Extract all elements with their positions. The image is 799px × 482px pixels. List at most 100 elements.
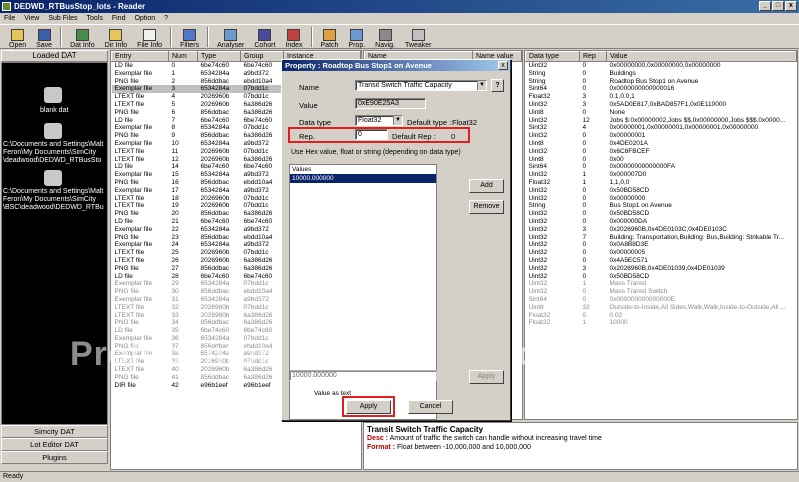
table-row[interactable]: Sint32 4 0x00000001,0x00000001,0x00000001,… bbox=[526, 124, 797, 132]
apply-value-button[interactable]: Apply bbox=[469, 370, 504, 384]
table-row[interactable]: String 0 Bus Stop1 on Avenue bbox=[526, 202, 797, 210]
num-cell: 15 bbox=[171, 171, 179, 179]
dat-item-label[interactable]: C:\Documents and Settings\Malt Feron\My … bbox=[3, 141, 103, 165]
entry-cell: LTEXT file bbox=[114, 366, 145, 374]
table-row[interactable]: Uint32 0 0x00000001 bbox=[526, 132, 797, 140]
tweaker-button[interactable]: Tweaker bbox=[400, 25, 436, 49]
analyser-button[interactable]: Analyser bbox=[212, 25, 249, 49]
rep-input[interactable]: 0 bbox=[355, 129, 388, 140]
table-row[interactable]: Uint32 0 0x00000005 bbox=[526, 249, 797, 257]
menu-option[interactable]: Option bbox=[134, 13, 155, 24]
table-row[interactable]: Uint32 3 0x5AD0E817,0xBAD857F1,0x0E110000 bbox=[526, 101, 797, 109]
column-header-type[interactable]: Type bbox=[197, 51, 241, 62]
num-cell: 37 bbox=[171, 342, 179, 350]
group-cell: 07bdd1c bbox=[243, 202, 269, 210]
dat-info-button[interactable]: Dat Info bbox=[65, 25, 100, 49]
prop-button[interactable]: Prop. bbox=[343, 25, 370, 49]
file-info-button[interactable]: File Info bbox=[132, 25, 167, 49]
table-row[interactable]: Sint64 0 0x000000000000000E bbox=[526, 296, 797, 304]
apply-button[interactable]: Apply bbox=[346, 400, 391, 414]
column-header-group[interactable]: Group bbox=[240, 51, 284, 62]
dat-file-icon[interactable] bbox=[44, 123, 62, 139]
type-cell: 2026960b bbox=[200, 93, 230, 101]
table-row[interactable]: Uint32 0 0x50BD58CD bbox=[526, 273, 797, 281]
table-row[interactable]: Uint32 12 Jobs $:0x00000002,Jobs $$,0x0000… bbox=[526, 117, 797, 125]
table-row[interactable]: Uint32 3 0x2026960B,0x4DE01039,0x4DE01039 bbox=[526, 265, 797, 273]
table-row[interactable]: Uint32 0 0x0A8B8D3E bbox=[526, 241, 797, 249]
column-header-data-type[interactable]: Data type bbox=[525, 51, 580, 62]
add-button[interactable]: Add bbox=[469, 179, 504, 193]
column-header-num[interactable]: Num bbox=[168, 51, 198, 62]
table-row[interactable]: Uint32 0 0x6C8FBCEF bbox=[526, 148, 797, 156]
loaded-dat-list[interactable]: blank dat C:\Documents and Settings\Malt… bbox=[1, 62, 108, 425]
lot-editor-dat-button[interactable]: Lot Editor DAT bbox=[1, 438, 108, 451]
remove-button[interactable]: Remove bbox=[469, 200, 504, 214]
table-row[interactable]: Uint32 0 0x50BD58CD bbox=[526, 187, 797, 195]
table-row[interactable]: Uint32 0 0x50BD58CD bbox=[526, 210, 797, 218]
dialog-close-button[interactable]: x bbox=[498, 61, 508, 70]
plugins-button[interactable]: Plugins bbox=[1, 451, 108, 464]
close-button[interactable]: x bbox=[785, 1, 797, 11]
dat-item-label[interactable]: blank dat bbox=[40, 107, 68, 115]
index-button[interactable]: Index bbox=[280, 25, 307, 49]
cancel-button[interactable]: Cancel bbox=[408, 400, 453, 414]
table-row[interactable]: Uint32 7 Building: Transportation,Building… bbox=[526, 234, 797, 242]
values-list[interactable]: Values 10000.000000 bbox=[289, 164, 437, 420]
patch-button[interactable]: Patch bbox=[316, 25, 344, 49]
minimize-button[interactable]: _ bbox=[759, 1, 771, 11]
table-row[interactable]: Uint32 3 0x2026960B,0x4DE0103C,0x4DE0103C bbox=[526, 226, 797, 234]
table-row[interactable]: String 0 Roadtop Bus Stop1 on Avenue bbox=[526, 78, 797, 86]
table-row[interactable]: Float32 1 1,1,0,0 bbox=[526, 179, 797, 187]
navig-button[interactable]: Navig. bbox=[370, 25, 400, 49]
table-row[interactable]: Uint32 0 0x00000000 bbox=[526, 195, 797, 203]
column-header-value[interactable]: Value bbox=[606, 51, 797, 62]
column-header-entry[interactable]: Entry bbox=[111, 51, 169, 62]
dat-file-icon[interactable] bbox=[44, 170, 62, 186]
simcity-dat-button[interactable]: Simcity DAT bbox=[1, 425, 108, 438]
menu-view[interactable]: View bbox=[24, 13, 39, 24]
dat-item-label[interactable]: C:\Documents and Settings\Malt Feron\My … bbox=[3, 188, 104, 212]
menu-find[interactable]: Find bbox=[112, 13, 126, 24]
column-header-rep[interactable]: Rep bbox=[579, 51, 607, 62]
open-button[interactable]: Open bbox=[4, 25, 31, 49]
save-button[interactable]: Save bbox=[31, 25, 57, 49]
menu-help[interactable]: ? bbox=[164, 13, 168, 24]
type-cell: 6534284a bbox=[200, 350, 230, 358]
chevron-down-icon[interactable]: ▼ bbox=[477, 81, 486, 90]
menu-tools[interactable]: Tools bbox=[87, 13, 103, 24]
table-row[interactable]: Sint64 0 0x00000000000000FA bbox=[526, 163, 797, 171]
chevron-down-icon[interactable]: ▼ bbox=[393, 116, 402, 125]
menu-file[interactable]: File bbox=[4, 13, 15, 24]
dat-file-icon[interactable] bbox=[44, 87, 62, 103]
table-row[interactable]: Sint64 0 0x0000000000000016 bbox=[526, 85, 797, 93]
table-row[interactable]: Uint32 1 0x000007D0 bbox=[526, 171, 797, 179]
cohort-button[interactable]: Cohort bbox=[249, 25, 280, 49]
menu-sub-files[interactable]: Sub Files bbox=[48, 13, 77, 24]
table-row[interactable]: String 0 Buildings bbox=[526, 70, 797, 78]
table-row[interactable]: Uint8 32 Outside-to-Inside,All Sides,Walk,… bbox=[526, 304, 797, 312]
table-row[interactable]: Uint32 0 0x4A5EC571 bbox=[526, 257, 797, 265]
dir-info-button[interactable]: Dir Info bbox=[100, 25, 133, 49]
table-row[interactable]: Uint8 0 None bbox=[526, 109, 797, 117]
table-row[interactable]: Float32 1 10000 bbox=[526, 319, 797, 327]
table-row[interactable]: Float32 0 0.02 bbox=[526, 312, 797, 320]
rep-cell: 0 bbox=[582, 194, 587, 202]
num-cell: 35 bbox=[171, 327, 179, 335]
datatype-cell: Uint32 bbox=[528, 233, 548, 241]
datatype-cell: Uint32 bbox=[528, 249, 548, 257]
values-row[interactable]: 10000.000000 bbox=[290, 174, 436, 183]
table-row[interactable]: Uint8 0 0x4DE0201A bbox=[526, 140, 797, 148]
maximize-button[interactable]: □ bbox=[772, 1, 784, 11]
table-row[interactable]: Uint32 1 Mass Transit bbox=[526, 280, 797, 288]
entry-cell: PNG file bbox=[114, 264, 139, 272]
table-row[interactable]: Uint8 0 0x00 bbox=[526, 156, 797, 164]
datatype-select[interactable]: Float32 ▼ bbox=[355, 115, 403, 126]
help-button[interactable]: ? bbox=[491, 79, 504, 92]
name-select[interactable]: Transit Switch Traffic Capacity ▼ bbox=[355, 80, 487, 91]
table-row[interactable]: Uint32 0 0x000000DA bbox=[526, 218, 797, 226]
table-row[interactable]: Uint32 0 0x00000000,0x00000000,0x00000000 bbox=[526, 62, 797, 70]
filters-button[interactable]: Filters bbox=[175, 25, 204, 49]
value-text-input[interactable]: 10000.000000 bbox=[289, 370, 437, 381]
table-row[interactable]: Float32 3 0.1,0.0,1 bbox=[526, 93, 797, 101]
table-row[interactable]: Uint32 0 Mass Transit Switch bbox=[526, 288, 797, 296]
